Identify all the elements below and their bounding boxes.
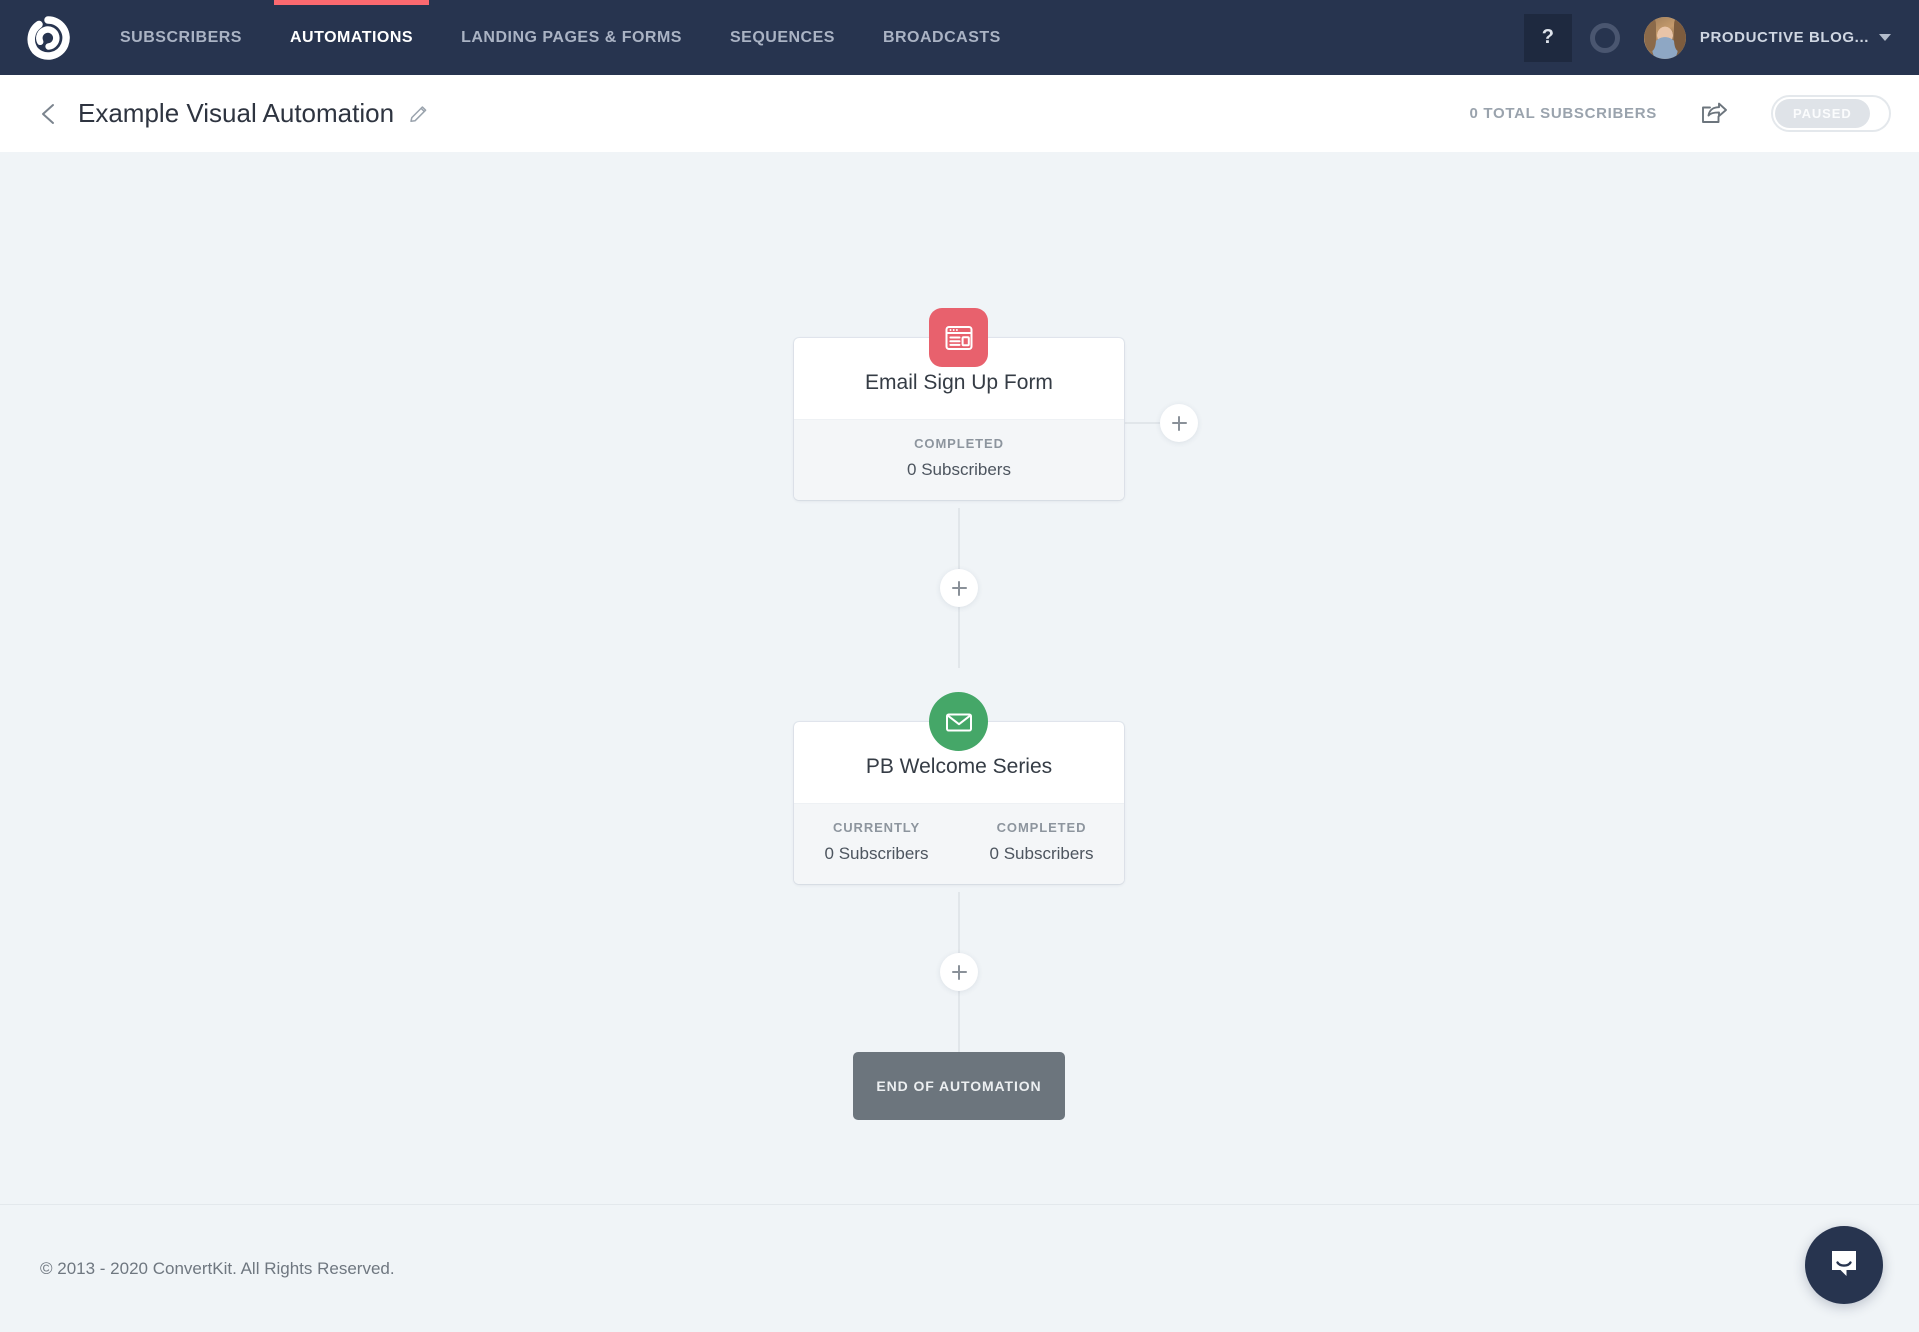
question-mark-icon: ? xyxy=(1541,26,1554,48)
nav-label: SEQUENCES xyxy=(729,28,835,46)
stat-label: COMPLETED xyxy=(914,436,1004,452)
automation-status-toggle[interactable]: PAUSED xyxy=(1771,95,1891,132)
automation-flow: Email Sign Up Form COMPLETED 0 Subscribe… xyxy=(0,152,1919,1204)
nav-item-automations[interactable]: AUTOMATIONS xyxy=(266,0,437,75)
nav-label: BROADCASTS xyxy=(882,28,1001,46)
share-icon[interactable] xyxy=(1699,99,1729,129)
nav-item-subscribers[interactable]: SUBSCRIBERS xyxy=(96,0,266,75)
avatar[interactable] xyxy=(1643,16,1686,59)
convertkit-logo-icon xyxy=(26,15,70,60)
page-title: Example Visual Automation xyxy=(78,98,395,128)
subheader-right-cluster: 0 TOTAL SUBSCRIBERS PAUSED xyxy=(1469,95,1891,132)
total-subscribers-count: 0 TOTAL SUBSCRIBERS xyxy=(1469,105,1657,122)
top-navigation-bar: SUBSCRIBERS AUTOMATIONS LANDING PAGES & … xyxy=(0,0,1919,75)
help-button[interactable]: ? xyxy=(1523,13,1572,62)
end-of-automation-label: END OF AUTOMATION xyxy=(876,1078,1042,1094)
stat-completed: COMPLETED 0 Subscribers xyxy=(959,820,1124,864)
node-stats: COMPLETED 0 Subscribers xyxy=(794,419,1124,501)
main-nav-items: SUBSCRIBERS AUTOMATIONS LANDING PAGES & … xyxy=(96,0,1025,75)
form-icon xyxy=(929,308,988,367)
chevron-down-icon[interactable] xyxy=(1879,34,1891,41)
node-stats: CURRENTLY 0 Subscribers COMPLETED 0 Subs… xyxy=(794,803,1124,885)
circle-ring-icon[interactable] xyxy=(1589,22,1620,53)
nav-label: SUBSCRIBERS xyxy=(120,28,242,46)
app-root: SUBSCRIBERS AUTOMATIONS LANDING PAGES & … xyxy=(0,0,1919,1332)
avatar-hair-right xyxy=(1673,18,1686,51)
automation-subheader: Example Visual Automation 0 TOTAL SUBSCR… xyxy=(0,75,1919,152)
stat-label: CURRENTLY xyxy=(832,820,921,836)
copyright-text: © 2013 - 2020 ConvertKit. All Rights Res… xyxy=(40,1258,395,1278)
page-footer: © 2013 - 2020 ConvertKit. All Rights Res… xyxy=(0,1204,1919,1332)
plus-icon-vertical xyxy=(957,580,961,596)
nav-item-sequences[interactable]: SEQUENCES xyxy=(706,0,859,75)
account-menu-label[interactable]: PRODUCTIVE BLOG... xyxy=(1700,29,1869,46)
envelope-icon xyxy=(929,692,988,751)
end-of-automation-block[interactable]: END OF AUTOMATION xyxy=(853,1052,1065,1120)
nav-item-broadcasts[interactable]: BROADCASTS xyxy=(859,0,1025,75)
pencil-icon[interactable] xyxy=(408,103,430,125)
stat-value: 0 Subscribers xyxy=(907,460,1011,480)
chevron-left-icon[interactable] xyxy=(36,101,62,127)
status-badge: PAUSED xyxy=(1775,99,1870,128)
plus-icon-vertical xyxy=(957,964,961,980)
nav-label: AUTOMATIONS xyxy=(289,28,414,46)
intercom-chat-icon xyxy=(1824,1243,1864,1288)
stat-completed: COMPLETED 0 Subscribers xyxy=(794,436,1124,480)
stat-label: COMPLETED xyxy=(996,820,1087,836)
nav-item-landing-pages-and-forms[interactable]: LANDING PAGES & FORMS xyxy=(437,0,706,75)
stat-currently: CURRENTLY 0 Subscribers xyxy=(794,820,959,864)
nav-right-cluster: ? PRODUCTIVE BLOG... xyxy=(1523,0,1919,75)
add-step-button-after-form[interactable] xyxy=(940,569,978,607)
nav-label: LANDING PAGES & FORMS xyxy=(461,28,682,46)
automation-canvas[interactable]: Email Sign Up Form COMPLETED 0 Subscribe… xyxy=(0,152,1919,1204)
add-step-button-branch[interactable] xyxy=(1160,404,1198,442)
stat-value: 0 Subscribers xyxy=(824,844,929,864)
add-step-button-after-sequence[interactable] xyxy=(940,953,978,991)
intercom-chat-button[interactable] xyxy=(1805,1226,1883,1304)
avatar-hair-left xyxy=(1643,18,1656,51)
convertkit-logo-link[interactable] xyxy=(0,0,96,75)
stat-value: 0 Subscribers xyxy=(989,844,1094,864)
plus-icon-vertical xyxy=(1177,415,1181,431)
